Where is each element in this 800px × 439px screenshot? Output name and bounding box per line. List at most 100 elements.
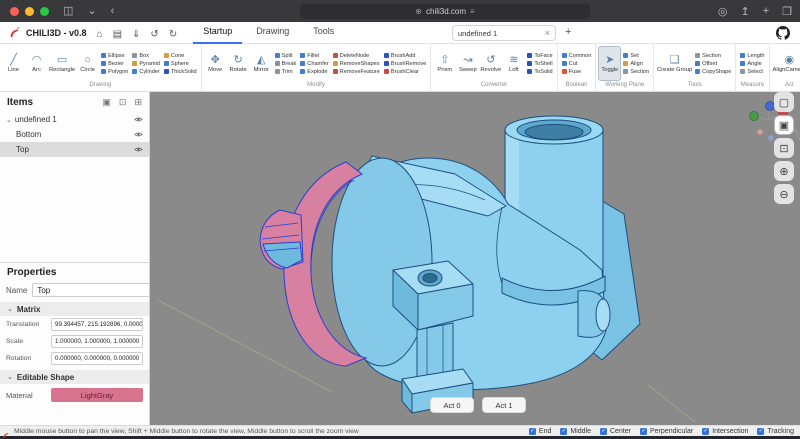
ribbon-button-prism[interactable]: ⇧Prism: [433, 46, 456, 81]
tree-item-undefined-1[interactable]: ⌄undefined 1: [0, 112, 149, 127]
ribbon-button-deletenode[interactable]: DeleteNode: [333, 53, 380, 59]
github-icon[interactable]: [776, 26, 790, 40]
zoom-out-button[interactable]: ⊖: [774, 184, 794, 204]
back-icon[interactable]: ‹: [111, 5, 115, 17]
checkbox-icon[interactable]: ✓: [757, 428, 764, 435]
ribbon-button-arc[interactable]: ◠Arc: [25, 46, 48, 81]
chevron-down-icon[interactable]: ⌄: [87, 5, 96, 17]
ribbon-button-angle[interactable]: Angle: [740, 61, 764, 67]
name-input[interactable]: [32, 283, 150, 297]
ribbon-button-sweep[interactable]: ↝Sweep: [456, 46, 479, 81]
share-icon[interactable]: ↥: [740, 5, 749, 18]
act-button-act-1[interactable]: Act 1: [482, 397, 526, 413]
checkbox-icon[interactable]: ✓: [702, 428, 709, 435]
translation-value[interactable]: 99.394457, 215.192896, 0.00000: [51, 318, 143, 331]
ribbon-button-removefeature[interactable]: RemoveFeature: [333, 69, 380, 75]
ribbon-button-thicksolid[interactable]: ThickSolid: [164, 69, 197, 75]
snap-toggle-intersection[interactable]: ✓Intersection: [702, 428, 748, 435]
expand-tree-icon[interactable]: ⊞: [134, 97, 142, 108]
model-3d[interactable]: [150, 92, 800, 425]
ribbon-button-brushclear[interactable]: BrushClear: [384, 69, 426, 75]
home-icon[interactable]: ⌂: [97, 29, 103, 40]
new-tab-icon[interactable]: +: [763, 5, 769, 17]
ribbon-button-mirror[interactable]: ◭Mirror: [250, 46, 273, 81]
ribbon-button-copyshape[interactable]: CopyShape: [695, 69, 731, 75]
ribbon-button-rectangle[interactable]: ▭Rectangle: [48, 46, 76, 81]
tree-item-top[interactable]: Top: [0, 142, 149, 157]
ribbon-button-tosolid[interactable]: ToSolid: [527, 69, 552, 75]
visibility-eye-icon[interactable]: [134, 116, 143, 123]
address-bar[interactable]: ⊕ chili3d.com ≡: [300, 4, 590, 19]
checkbox-icon[interactable]: ✓: [640, 428, 647, 435]
sidebar-toggle-icon[interactable]: ◫: [63, 5, 73, 17]
page-tools-icon[interactable]: ≡: [470, 7, 475, 16]
ribbon-button-cylinder[interactable]: Cylinder: [132, 69, 160, 75]
ribbon-button-common[interactable]: Common: [562, 53, 592, 59]
ribbon-button-align[interactable]: Align: [623, 61, 649, 67]
act-button-act-0[interactable]: Act 0: [430, 397, 474, 413]
ribbon-button-circle[interactable]: ○Circle: [76, 46, 99, 81]
ribbon-button-set[interactable]: Set: [623, 53, 649, 59]
ribbon-button-aligncamera[interactable]: ◉AlignCamera: [772, 46, 800, 81]
matrix-section-header[interactable]: ⌄ Matrix: [0, 302, 149, 316]
save-icon[interactable]: ⇓: [132, 29, 140, 40]
ribbon-button-fillet[interactable]: Fillet: [300, 53, 328, 59]
zoom-in-button[interactable]: ⊕: [774, 161, 794, 181]
open-icon[interactable]: ▤: [113, 29, 122, 40]
scale-value[interactable]: 1.000000, 1.000000, 1.000000: [51, 335, 143, 348]
checkbox-icon[interactable]: ✓: [600, 428, 607, 435]
ribbon-button-explode[interactable]: Explode: [300, 69, 328, 75]
undo-icon[interactable]: ↺: [150, 29, 158, 40]
ribbon-button-line[interactable]: ╱Line: [2, 46, 25, 81]
snap-toggle-middle[interactable]: ✓Middle: [560, 428, 591, 435]
ribbon-button-toshell[interactable]: ToShell: [527, 61, 552, 67]
editable-shape-section-header[interactable]: ⌄ Editable Shape: [0, 370, 149, 384]
close-document-icon[interactable]: ×: [545, 28, 550, 38]
tree-item-bottom[interactable]: Bottom: [0, 127, 149, 142]
new-document-button[interactable]: +: [565, 26, 571, 38]
ribbon-button-section[interactable]: Section: [623, 69, 649, 75]
zoom-fit-button[interactable]: ⊡: [774, 138, 794, 158]
visibility-eye-icon[interactable]: [134, 131, 143, 138]
ribbon-button-toggle[interactable]: ➤Toggle: [598, 46, 621, 81]
ribbon-button-toface[interactable]: ToFace: [527, 53, 552, 59]
minimize-window-button[interactable]: [25, 7, 34, 16]
tab-drawing[interactable]: Drawing: [246, 22, 299, 44]
ribbon-button-rotate[interactable]: ↻Rotate: [227, 46, 250, 81]
snap-toggle-center[interactable]: ✓Center: [600, 428, 631, 435]
tab-startup[interactable]: Startup: [193, 22, 242, 44]
snap-toggle-tracking[interactable]: ✓Tracking: [757, 428, 794, 435]
checkbox-icon[interactable]: ✓: [529, 428, 536, 435]
ribbon-button-cut[interactable]: Cut: [562, 61, 592, 67]
wireframe-view-button[interactable]: ▢: [774, 92, 794, 112]
new-group-icon[interactable]: ⊡: [119, 97, 127, 108]
ribbon-button-chamfer[interactable]: Chamfer: [300, 61, 328, 67]
ribbon-button-sphere[interactable]: Sphere: [164, 61, 197, 67]
caret-down-icon[interactable]: ⌄: [6, 116, 12, 124]
ribbon-button-create-group[interactable]: ❏Create Group: [656, 46, 693, 81]
ribbon-button-split[interactable]: Split: [275, 53, 297, 59]
ribbon-button-fuse[interactable]: Fuse: [562, 69, 592, 75]
snapshot-icon[interactable]: ▣: [102, 97, 111, 108]
snap-toggle-end[interactable]: ✓End: [529, 428, 551, 435]
zoom-window-button[interactable]: [40, 7, 49, 16]
snap-toggle-perpendicular[interactable]: ✓Perpendicular: [640, 428, 693, 435]
ribbon-button-loft[interactable]: ≋Loft: [502, 46, 525, 81]
ribbon-button-break[interactable]: Break: [275, 61, 297, 67]
document-tab[interactable]: undefined 1 ×: [452, 25, 556, 41]
ribbon-button-select[interactable]: Select: [740, 69, 764, 75]
visibility-eye-icon[interactable]: [134, 146, 143, 153]
ribbon-button-section[interactable]: Section: [695, 53, 731, 59]
viewport-3d[interactable]: Act 0 Act 1: [150, 92, 800, 425]
ribbon-button-polygon[interactable]: Polygon: [101, 69, 128, 75]
ribbon-button-brushadd[interactable]: BrushAdd: [384, 53, 426, 59]
ribbon-button-pyramid[interactable]: Pyramid: [132, 61, 160, 67]
ribbon-button-brushremove[interactable]: BrushRemove: [384, 61, 426, 67]
shaded-view-button[interactable]: ▣: [774, 115, 794, 135]
privacy-badge-icon[interactable]: ◎: [718, 5, 728, 18]
rotation-value[interactable]: 0.000000, 0.000000, 0.000000: [51, 352, 143, 365]
ribbon-button-offset[interactable]: Offset: [695, 61, 731, 67]
ribbon-button-removeshapes[interactable]: RemoveShapes: [333, 61, 380, 67]
tab-tools[interactable]: Tools: [303, 22, 344, 44]
ribbon-button-move[interactable]: ✥Move: [204, 46, 227, 81]
